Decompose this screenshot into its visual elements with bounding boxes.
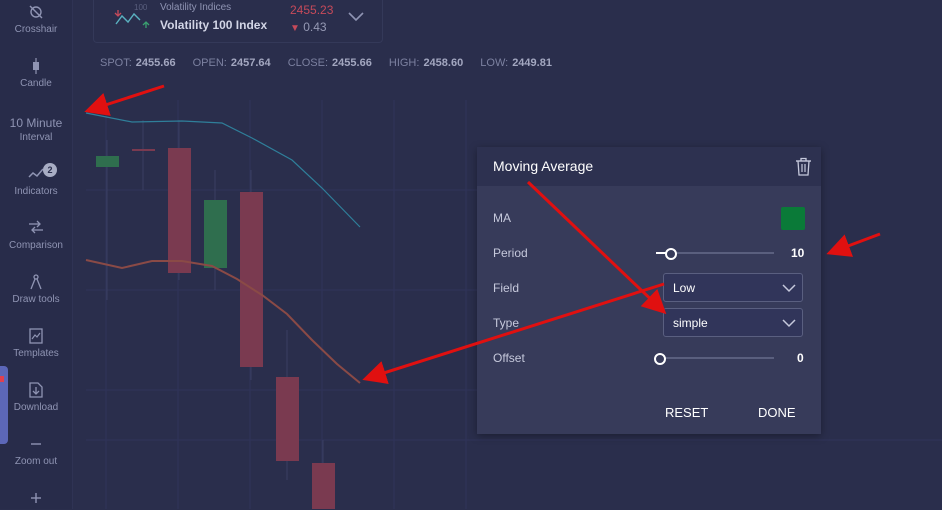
templates-button[interactable]: Templates bbox=[0, 328, 72, 359]
interval-value: 10 Minute bbox=[9, 116, 63, 130]
candle-bear bbox=[312, 463, 335, 509]
ma-label: MA bbox=[493, 211, 511, 225]
field-select[interactable]: Low bbox=[663, 273, 803, 302]
candle-icon bbox=[0, 58, 72, 76]
templates-icon bbox=[0, 328, 72, 346]
candle-bear bbox=[132, 149, 155, 151]
done-button[interactable]: DONE bbox=[758, 405, 796, 420]
indicators-label: Indicators bbox=[14, 186, 58, 197]
zoom-out-label: Zoom out bbox=[14, 456, 58, 467]
period-value: 10 bbox=[791, 246, 805, 260]
indicators-icon bbox=[0, 166, 72, 184]
crosshair-button[interactable]: Crosshair bbox=[0, 4, 72, 35]
download-icon bbox=[0, 382, 72, 400]
zoom-out-icon bbox=[0, 436, 72, 454]
comparison-label: Comparison bbox=[9, 240, 63, 251]
field-select-value: Low bbox=[673, 281, 696, 295]
download-button[interactable]: Download bbox=[0, 382, 72, 413]
comparison-button[interactable]: Comparison bbox=[0, 220, 72, 251]
period-label: Period bbox=[493, 246, 528, 260]
zoom-in-icon bbox=[0, 490, 72, 508]
candle-bull bbox=[96, 156, 119, 167]
draw-tools-button[interactable]: Draw tools bbox=[0, 274, 72, 305]
offset-slider-track[interactable] bbox=[656, 357, 774, 359]
dialog-header: Moving Average bbox=[477, 147, 821, 186]
type-select[interactable]: simple bbox=[663, 308, 803, 337]
reset-button[interactable]: RESET bbox=[665, 405, 708, 420]
candle-bear bbox=[240, 192, 263, 367]
crosshair-label: Crosshair bbox=[14, 24, 58, 35]
candle-bear bbox=[276, 377, 299, 461]
moving-average-dialog: Moving Average MA Period 10 Field Low Ty… bbox=[477, 147, 821, 434]
chevron-down-icon bbox=[782, 284, 796, 293]
zoom-out-button[interactable]: Zoom out bbox=[0, 436, 72, 467]
draw-tools-icon bbox=[0, 274, 72, 292]
ma-color-swatch[interactable] bbox=[781, 207, 805, 230]
interval-label: Interval bbox=[19, 132, 53, 143]
side-tab-indicator bbox=[0, 376, 4, 382]
field-label: Field bbox=[493, 281, 520, 295]
moving-average-line bbox=[85, 259, 361, 384]
candle-bear bbox=[168, 148, 191, 273]
candle-button[interactable]: Candle bbox=[0, 58, 72, 89]
zoom-in-button[interactable] bbox=[0, 490, 72, 508]
offset-value: 0 bbox=[797, 351, 804, 365]
dialog-title: Moving Average bbox=[493, 158, 594, 174]
type-select-value: simple bbox=[673, 316, 708, 330]
sidebar: Crosshair Candle 10 Minute Interval 2 In… bbox=[0, 0, 73, 509]
draw-tools-label: Draw tools bbox=[12, 294, 60, 305]
candles bbox=[96, 120, 335, 509]
templates-label: Templates bbox=[13, 348, 59, 359]
candle-label: Candle bbox=[20, 78, 52, 89]
period-slider-handle[interactable] bbox=[665, 248, 677, 260]
type-label: Type bbox=[493, 316, 520, 330]
candle-bull bbox=[204, 200, 227, 268]
crosshair-icon bbox=[0, 4, 72, 22]
indicators-button[interactable]: 2 Indicators bbox=[0, 163, 72, 197]
offset-slider-handle[interactable] bbox=[654, 353, 666, 365]
interval-button[interactable]: 10 Minute Interval bbox=[0, 116, 72, 143]
trash-icon[interactable] bbox=[795, 157, 812, 176]
chevron-down-icon bbox=[782, 319, 796, 328]
indicators-badge: 2 bbox=[43, 163, 57, 177]
offset-label: Offset bbox=[493, 351, 525, 365]
comparison-icon bbox=[0, 220, 72, 238]
download-label: Download bbox=[13, 402, 59, 413]
